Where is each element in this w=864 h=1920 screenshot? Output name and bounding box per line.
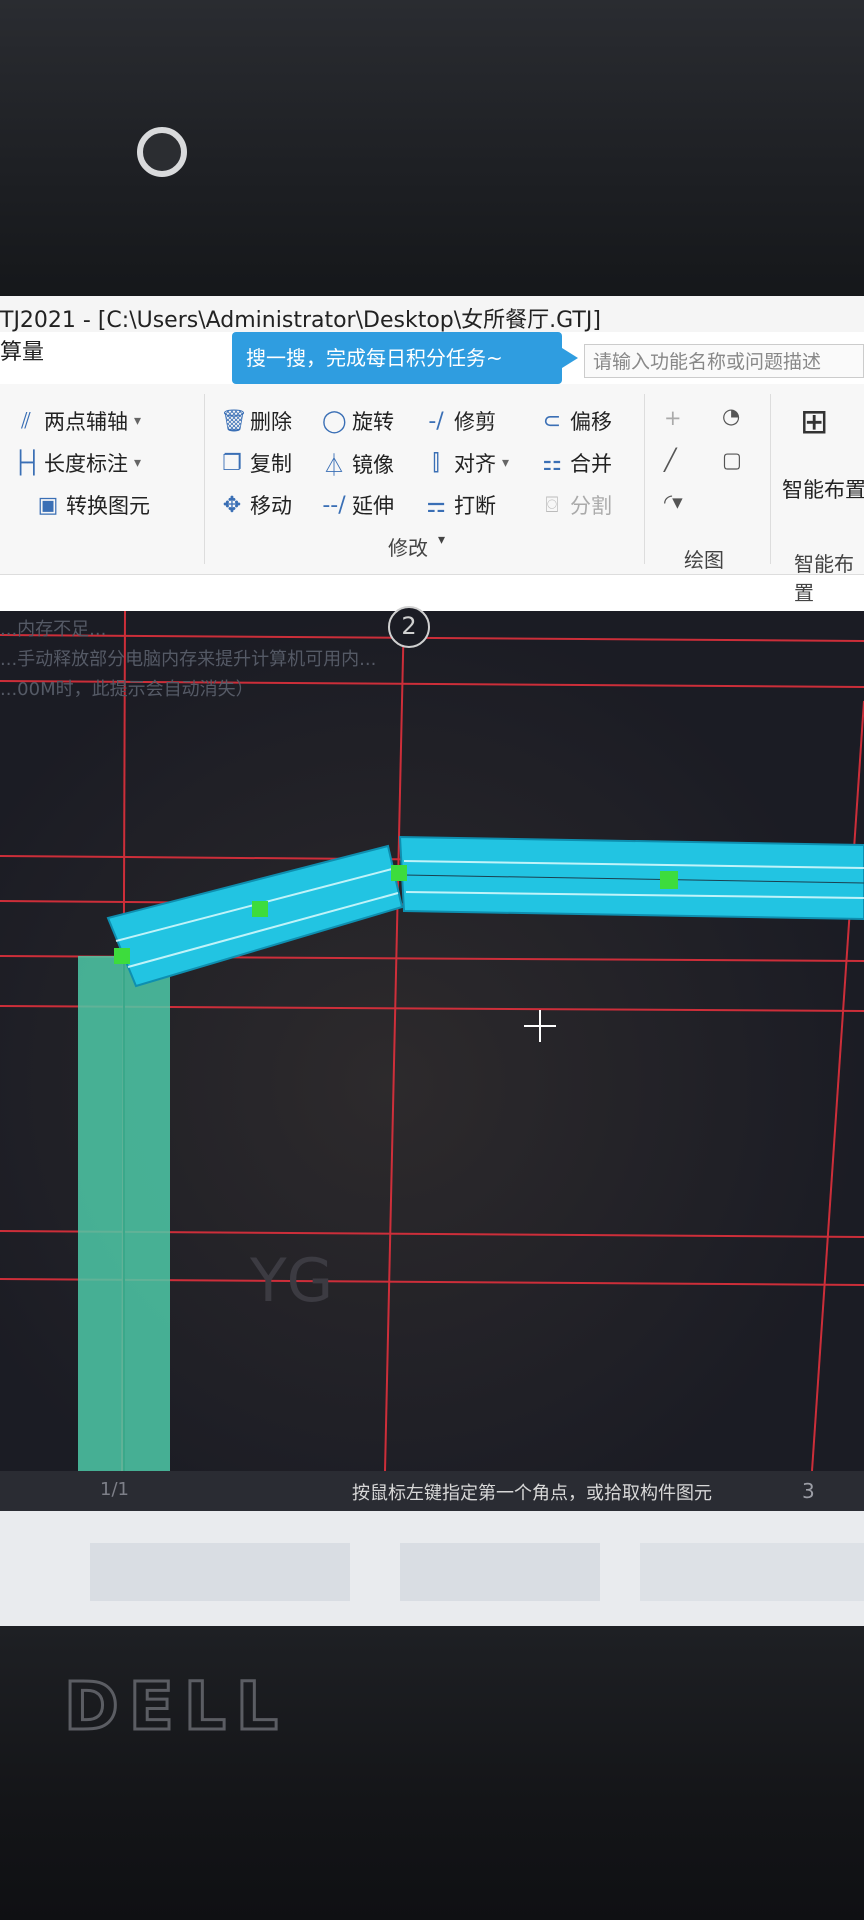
cad-drawing: YG: [0, 611, 864, 1471]
search-tip-banner[interactable]: 搜一搜，完成每日积分任务~: [232, 332, 578, 384]
trim-button[interactable]: -/ 修剪: [424, 406, 496, 436]
rotate-icon: ◯: [322, 408, 347, 434]
grip-point[interactable]: [114, 948, 130, 964]
grip-point[interactable]: [391, 865, 407, 881]
grip-point[interactable]: [252, 901, 268, 917]
menu-tab-quantity[interactable]: 算量: [0, 334, 44, 366]
modify-group-label[interactable]: 修改: [388, 532, 428, 561]
two-point-axis-icon: ⫽: [21, 408, 31, 434]
align-label: 对齐: [454, 452, 496, 476]
rotate-button[interactable]: ◯ 旋转: [322, 406, 394, 436]
trash-icon: 🗑: [220, 408, 248, 434]
offset-label: 偏移: [570, 410, 612, 434]
extend-label: 延伸: [352, 494, 394, 518]
taskbar-app-button[interactable]: [90, 1543, 350, 1601]
trim-label: 修剪: [454, 410, 496, 434]
break-button[interactable]: ⚎ 打断: [424, 490, 496, 520]
axis-number-bubble: 2: [388, 606, 430, 648]
taskbar: [0, 1511, 864, 1626]
extend-button[interactable]: --/ 延伸: [322, 490, 394, 520]
drawing-canvas[interactable]: YG ...内存不足... ...手动释放部分电脑内存来提升计算机可用内... …: [0, 611, 864, 1471]
chevron-down-icon: ▾: [134, 455, 142, 471]
mirror-button[interactable]: ⏃ 镜像: [322, 448, 394, 480]
merge-button[interactable]: ⚏ 合并: [540, 448, 612, 478]
split-icon: ⌼: [545, 492, 559, 518]
arc-tool-icon[interactable]: ◜▾: [664, 490, 683, 514]
horizontal-beam-element[interactable]: [398, 835, 864, 921]
memory-hint-line: ...00M时，此提示会自动消失）: [0, 679, 254, 700]
webcam: [137, 127, 187, 177]
line-tool-icon[interactable]: ╱: [664, 448, 677, 472]
laptop-top-bezel: [0, 0, 864, 300]
ribbon-separator: [204, 394, 205, 564]
window-title: TJ2021 - [C:\Users\Administrator\Desktop…: [0, 308, 601, 333]
delete-label: 删除: [250, 410, 292, 434]
align-button[interactable]: ⫿ 对齐 ▾: [424, 448, 509, 478]
offset-button[interactable]: ⊂ 偏移: [540, 406, 612, 436]
trim-icon: -/: [428, 408, 444, 434]
system-tray[interactable]: [640, 1543, 864, 1601]
offset-icon: ⊂: [542, 408, 562, 434]
chevron-down-icon: ▾: [502, 455, 510, 471]
command-prompt: 按鼠标左键指定第一个角点，或拾取构件图元: [352, 1483, 712, 1504]
smart-layout-button[interactable]: 智能布置: [782, 474, 864, 504]
rectangle-tool-icon[interactable]: ▢: [722, 448, 742, 472]
move-label: 移动: [250, 494, 292, 518]
title-bar: TJ2021 - [C:\Users\Administrator\Desktop…: [0, 296, 864, 333]
ribbon: ⫽ 两点辅轴 ▾ ├┤ 长度标注 ▾ ▣ 转换图元 🗑 删除 ◯ 旋转 -/ 修…: [0, 384, 864, 605]
split-button[interactable]: ⌼ 分割: [540, 490, 612, 520]
function-search-input[interactable]: 请输入功能名称或问题描述: [584, 344, 864, 378]
taskbar-app-button[interactable]: [400, 1543, 600, 1601]
merge-label: 合并: [570, 452, 612, 476]
two-point-axis-label: 两点辅轴: [44, 410, 128, 434]
delete-button[interactable]: 🗑 删除: [220, 406, 292, 436]
two-point-axis-button[interactable]: ⫽ 两点辅轴 ▾: [14, 406, 141, 436]
convert-icon: ▣: [37, 492, 59, 518]
break-icon: ⚎: [426, 492, 446, 518]
length-dimension-label: 长度标注: [44, 452, 128, 476]
extend-icon: --/: [322, 492, 346, 518]
memory-hint-line: ...内存不足...: [0, 619, 107, 640]
layer-indicator: 3: [802, 1479, 815, 1503]
break-label: 打断: [454, 494, 496, 518]
page-indicator: 1/1: [100, 1479, 129, 1500]
status-bar: 1/1 按鼠标左键指定第一个角点，或拾取构件图元 3: [0, 1471, 864, 1511]
align-icon: ⫿: [432, 450, 440, 476]
smart-group-label: 智能布置: [794, 552, 854, 605]
screen: TJ2021 - [C:\Users\Administrator\Desktop…: [0, 296, 864, 1626]
circle-tool-icon[interactable]: ◔: [722, 404, 740, 428]
move-button[interactable]: ✥ 移动: [220, 490, 292, 520]
move-icon: ✥: [222, 492, 242, 518]
watermark-text: YG: [249, 1246, 333, 1316]
ribbon-separator: [770, 394, 771, 564]
mirror-label: 镜像: [352, 453, 394, 477]
dimension-icon: ├┤: [14, 450, 41, 476]
copy-icon: ❐: [222, 450, 242, 476]
convert-primitive-label: 转换图元: [66, 494, 150, 518]
convert-primitive-button[interactable]: ▣ 转换图元: [36, 490, 150, 520]
copy-button[interactable]: ❐ 复制: [220, 448, 292, 478]
point-tool-icon[interactable]: +: [664, 406, 682, 430]
chevron-down-icon: ▾: [134, 413, 142, 429]
ribbon-separator: [644, 394, 645, 564]
chevron-down-icon: ▾: [438, 532, 446, 548]
grip-point[interactable]: [660, 871, 678, 889]
memory-hint-line: ...手动释放部分电脑内存来提升计算机可用内...: [0, 649, 377, 670]
smart-layout-icon: ⊞: [800, 402, 829, 442]
split-label: 分割: [570, 494, 612, 518]
rotate-label: 旋转: [352, 410, 394, 434]
length-dimension-button[interactable]: ├┤ 长度标注 ▾: [14, 448, 141, 478]
dell-logo: DELL: [63, 1667, 288, 1747]
copy-label: 复制: [250, 452, 292, 476]
draw-group-label: 绘图: [684, 548, 724, 572]
merge-icon: ⚏: [542, 450, 562, 476]
mirror-icon: ⏃: [322, 454, 345, 479]
